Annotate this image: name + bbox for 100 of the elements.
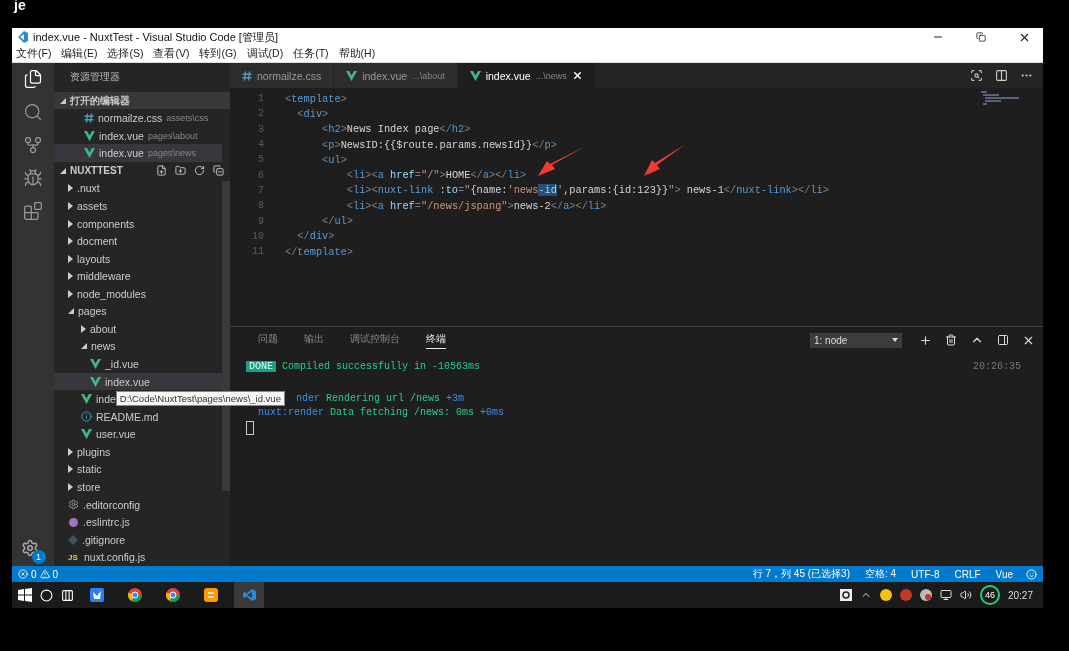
menu-item[interactable]: 帮助(H) xyxy=(338,47,376,61)
expanded-arrow-icon[interactable] xyxy=(81,343,87,350)
tray-app-icon[interactable] xyxy=(839,589,852,601)
vscode-icon[interactable] xyxy=(242,588,256,602)
section-label: NUXTTEST xyxy=(70,165,123,177)
panel-tab[interactable]: 终端 xyxy=(426,331,446,349)
refresh-icon[interactable] xyxy=(194,165,205,177)
tree-item[interactable]: middleware xyxy=(54,267,222,285)
vue-icon xyxy=(81,394,92,405)
section-header[interactable]: 打开的编辑器 xyxy=(54,91,230,110)
info-icon xyxy=(81,411,92,423)
bug-icon[interactable] xyxy=(23,168,43,188)
line-number: 1 xyxy=(257,93,265,105)
tree-item[interactable]: store xyxy=(54,478,222,496)
tab-path: ...\about xyxy=(412,70,445,81)
status-item[interactable]: Vue xyxy=(995,568,1013,580)
chrome-icon[interactable] xyxy=(166,588,180,602)
open-editor-item[interactable]: normailze.css assets\css xyxy=(54,109,222,127)
collapsed-arrow-icon[interactable] xyxy=(81,324,86,333)
terminal-dropdown[interactable]: 1: node xyxy=(810,332,902,348)
tree-item[interactable]: .nuxt xyxy=(54,179,222,198)
warning-count[interactable]: 0 xyxy=(52,568,59,580)
tray-app-icon[interactable] xyxy=(919,589,932,601)
warning-icon[interactable] xyxy=(39,569,50,579)
tree-item[interactable]: .editorconfig xyxy=(54,495,222,514)
open-editor-item[interactable]: index.vue pages\news xyxy=(54,144,222,163)
section-header[interactable]: NUXTTEST xyxy=(54,162,230,180)
status-item[interactable]: UTF-8 xyxy=(911,568,940,580)
status-item[interactable]: CRLF xyxy=(954,568,981,580)
editor-tab[interactable]: index.vue ...\about xyxy=(334,63,458,88)
error-count[interactable]: 0 xyxy=(31,568,37,580)
tab-label: normailze.css xyxy=(257,69,322,82)
files-icon[interactable] xyxy=(23,69,43,89)
file-name: .eslintrc.js xyxy=(83,516,130,529)
menu-item[interactable]: 任务(T) xyxy=(293,47,329,61)
expanded-arrow-icon[interactable] xyxy=(60,167,66,174)
status-item[interactable]: 行 7，列 45 (已选择3) xyxy=(752,567,850,581)
tree-item[interactable]: news xyxy=(54,337,222,356)
file-path: assets\css xyxy=(166,113,209,124)
section-label: 打开的编辑器 xyxy=(70,93,130,108)
tree-item[interactable]: docment xyxy=(54,232,222,250)
trash-icon[interactable] xyxy=(945,334,957,346)
start-icon[interactable] xyxy=(18,588,32,602)
split-editor-icon[interactable] xyxy=(995,69,1008,82)
vscode-logo-icon xyxy=(16,31,28,43)
tree-item[interactable]: JS nuxt.config.js xyxy=(54,548,222,566)
tree-item[interactable]: user.vue xyxy=(54,425,222,444)
tree-item[interactable]: plugins xyxy=(54,443,222,461)
menu-item[interactable]: 选择(S) xyxy=(107,47,144,61)
volume-icon[interactable] xyxy=(959,589,972,601)
feedback-icon[interactable] xyxy=(1026,568,1037,580)
status-item[interactable]: 空格: 4 xyxy=(865,567,897,581)
close-icon[interactable] xyxy=(571,70,583,81)
restore-icon[interactable] xyxy=(976,32,986,42)
file-name: .gitignore xyxy=(82,533,126,546)
tree-item[interactable]: .eslintrc.js xyxy=(54,513,222,531)
expanded-arrow-icon[interactable] xyxy=(60,97,66,104)
panel-tab[interactable]: 调试控制台 xyxy=(350,331,400,349)
open-editor-item[interactable]: index.vue pages\about xyxy=(54,126,222,145)
new-file-icon[interactable] xyxy=(156,165,167,177)
menu-item[interactable]: 转到(G) xyxy=(199,47,237,61)
editor-tab[interactable]: index.vue ...\news xyxy=(457,63,596,88)
tree-item[interactable]: components xyxy=(54,214,222,233)
chrome-icon[interactable] xyxy=(128,588,142,602)
menu-item[interactable]: 编辑(E) xyxy=(61,47,98,61)
tree-item[interactable]: _id.vue xyxy=(54,355,222,373)
editor-tab[interactable]: normailze.css xyxy=(230,63,335,88)
tree-item[interactable]: pages xyxy=(54,302,222,321)
add-icon[interactable] xyxy=(919,333,932,347)
tree-item[interactable]: layouts xyxy=(54,249,222,268)
expanded-arrow-icon[interactable] xyxy=(68,308,74,315)
tree-item[interactable]: static xyxy=(54,460,222,479)
error-icon[interactable] xyxy=(18,569,28,579)
tree-item[interactable]: README.md xyxy=(54,407,222,426)
line-number: 7 xyxy=(257,184,265,196)
counter-badge[interactable]: 46 xyxy=(979,585,1000,605)
network-icon[interactable] xyxy=(939,589,952,601)
app-icon[interactable] xyxy=(204,588,218,602)
menu-item[interactable]: 调试(D) xyxy=(246,47,284,61)
log-delta: +0ms xyxy=(480,406,505,418)
task-view-icon[interactable] xyxy=(61,588,74,602)
panel-layout-icon[interactable] xyxy=(997,334,1009,346)
blocks-icon[interactable] xyxy=(23,201,43,221)
tree-item[interactable]: about xyxy=(54,320,222,338)
timestamp: 20:26:35 xyxy=(973,360,1022,372)
panel-tab[interactable]: 问题 xyxy=(258,331,278,349)
file-name: node_modules xyxy=(77,287,146,300)
menu-item[interactable]: 文件(F) xyxy=(16,47,52,61)
bird-app-icon[interactable] xyxy=(90,588,104,602)
tray-app-icon[interactable] xyxy=(879,589,892,601)
panel-tab[interactable]: 输出 xyxy=(304,331,324,349)
menu-item[interactable]: 查看(V) xyxy=(153,47,190,61)
tree-item[interactable]: node_modules xyxy=(54,285,222,303)
fork-icon[interactable] xyxy=(23,135,43,155)
collapse-icon[interactable] xyxy=(213,165,224,177)
clock[interactable]: 20:27 xyxy=(1007,589,1033,601)
tree-item[interactable]: assets xyxy=(54,197,222,215)
tree-item[interactable]: .gitignore xyxy=(54,530,222,549)
tree-item[interactable]: index.vue xyxy=(54,372,222,391)
new-folder-icon[interactable] xyxy=(175,165,186,177)
